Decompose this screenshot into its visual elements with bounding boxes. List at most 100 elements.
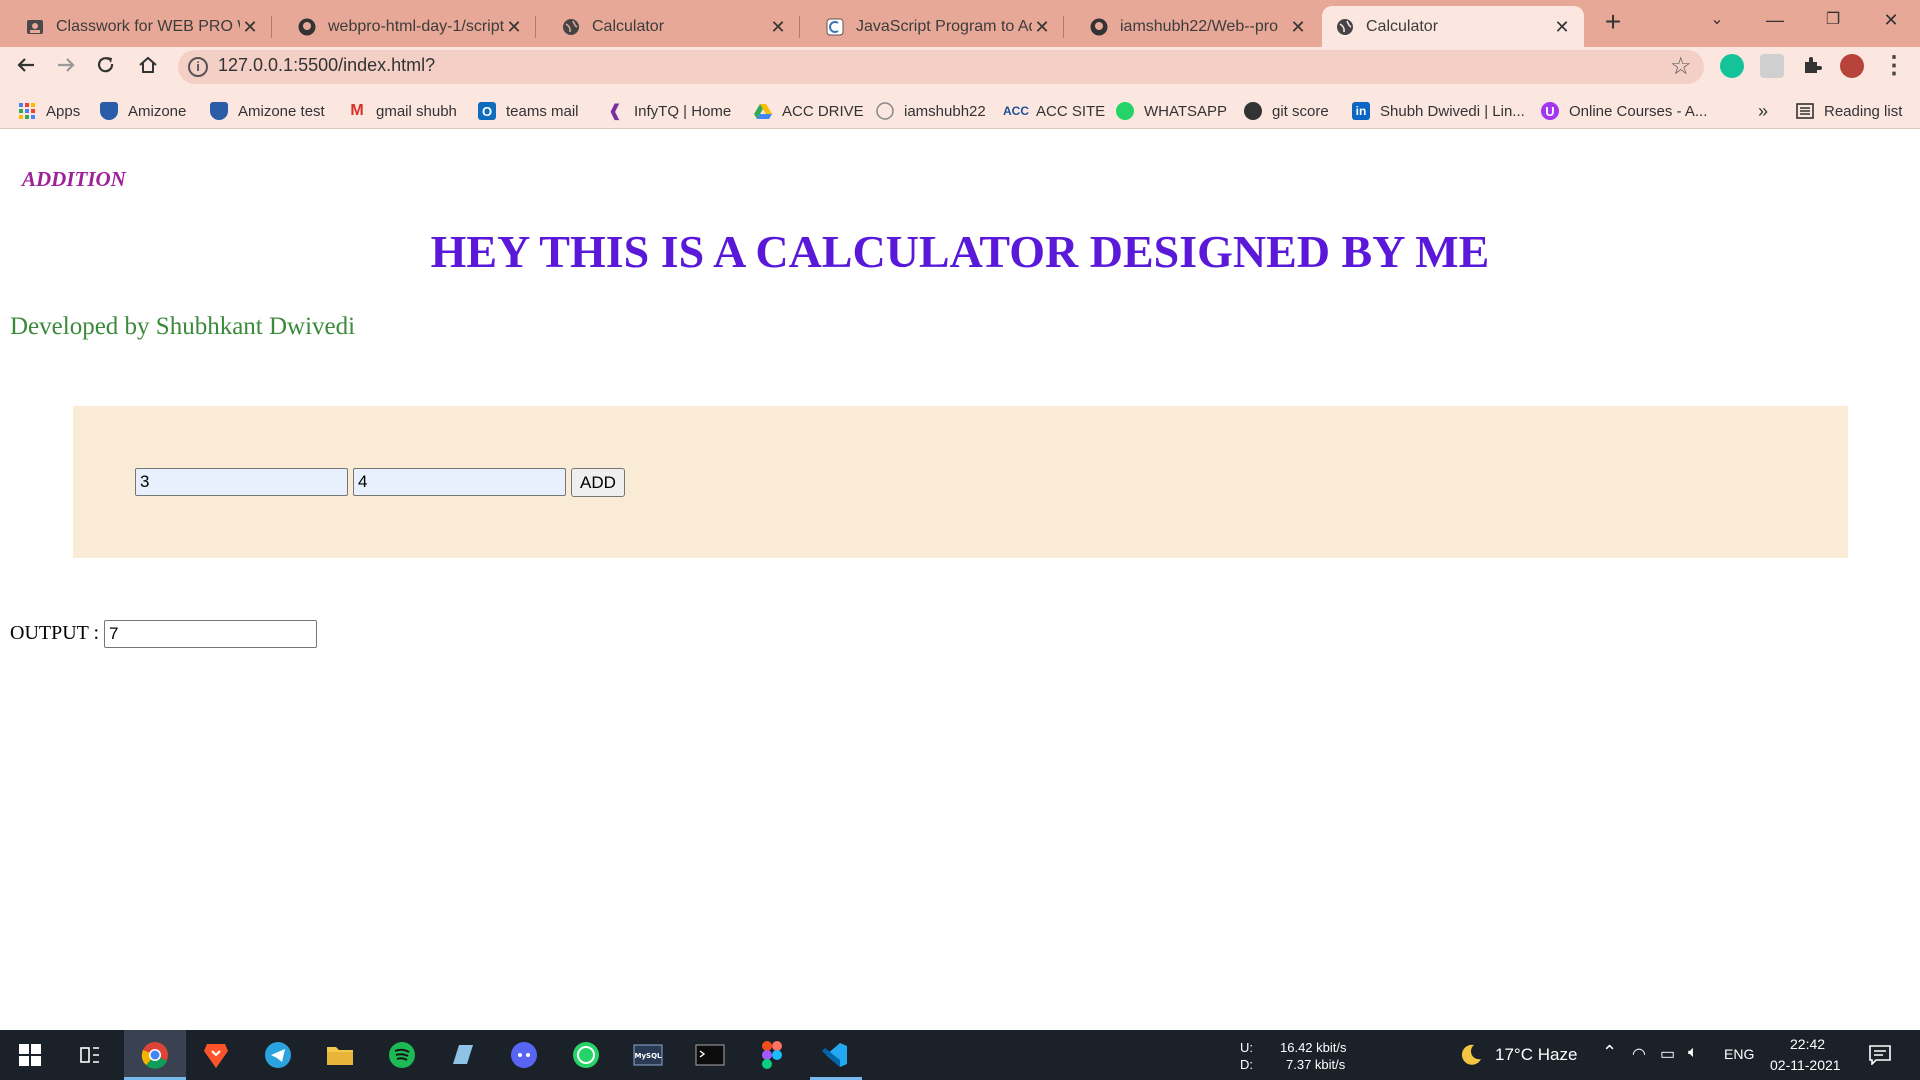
bookmark-label: Online Courses - A... [1569,102,1708,120]
bookmark-gmail[interactable]: M gmail shubh [348,94,457,128]
output-field[interactable] [104,620,317,648]
close-icon[interactable]: ✕ [240,17,260,37]
net-download-label: D: [1240,1057,1253,1072]
bookmarks-bar: Apps Amizone Amizone test M gmail shubh … [0,94,1920,129]
battery-icon[interactable]: ▭ [1660,1044,1675,1064]
task-view-icon[interactable] [74,1039,106,1071]
extension-icon[interactable] [1760,54,1784,78]
bookmark-apps[interactable]: Apps [18,94,80,128]
page-content: ADDITION HEY THIS IS A CALCULATOR DESIGN… [0,129,1920,1030]
drive-icon [754,102,772,120]
mysql-icon[interactable]: MySQL [632,1039,664,1071]
github-icon [876,102,894,120]
tab-calculator-active[interactable]: Calculator ✕ [1322,6,1584,47]
net-download-speed: 7.37 kbit/s [1286,1057,1346,1072]
tab-search-icon[interactable]: ⌄ [1688,0,1746,40]
site-info-icon[interactable]: i [188,57,208,77]
add-button[interactable]: ADD [571,468,625,497]
second-number-input[interactable] [353,468,566,496]
globe-icon [562,18,580,36]
github-icon [1090,18,1108,36]
first-number-input[interactable] [135,468,348,496]
bookmarks-overflow-button[interactable]: » [1758,94,1768,128]
bookmark-amizone[interactable]: Amizone [100,94,186,128]
weather-text[interactable]: 17°C Haze [1495,1045,1577,1065]
windows-start-icon[interactable] [14,1039,46,1071]
clock-date[interactable]: 02-11-2021 [1770,1057,1841,1073]
bookmark-git-score[interactable]: git score [1244,94,1329,128]
tab-js-program[interactable]: JavaScript Program to Add ✕ [800,6,1064,47]
vscode-icon[interactable] [818,1039,850,1071]
language-indicator[interactable]: ENG [1724,1046,1754,1062]
forward-arrow-icon [58,58,75,72]
net-upload-label: U: [1240,1040,1253,1055]
close-window-button[interactable]: ✕ [1862,0,1920,40]
bookmark-iamshubh22[interactable]: iamshubh22 [876,94,986,128]
bookmark-label: Shubh Dwivedi | Lin... [1380,102,1525,120]
bookmark-amizone-test[interactable]: Amizone test [210,94,325,128]
bookmark-infytq[interactable]: ❰ InfyTQ | Home [606,94,731,128]
svg-text:MySQL: MySQL [635,1052,663,1060]
figma-icon[interactable] [756,1039,788,1071]
close-icon[interactable]: ✕ [768,17,788,37]
bookmark-teams-mail[interactable]: O teams mail [478,94,579,128]
brave-icon[interactable] [200,1039,232,1071]
bookmark-label: iamshubh22 [904,102,986,120]
whatsapp-icon[interactable] [570,1039,602,1071]
calculator-panel: ADD [73,406,1848,558]
profile-avatar[interactable] [1840,54,1864,78]
telegram-icon[interactable] [262,1039,294,1071]
bookmark-acc-site[interactable]: ACC ACC SITE [1003,94,1105,128]
output-label: OUTPUT : [10,622,100,644]
notifications-icon[interactable] [1864,1039,1896,1071]
bookmark-label: Amizone [128,102,187,120]
bookmark-whatsapp[interactable]: WHATSAPP [1116,94,1227,128]
weather-moon-icon[interactable] [1454,1039,1486,1071]
browser-menu-icon[interactable]: ⋮ [1878,49,1910,81]
tab-strip: Classwork for WEB PRO We ✕ webpro-html-d… [0,0,1920,47]
tab-title: iamshubh22/Web--pro [1120,17,1279,35]
reading-list-button[interactable]: Reading list [1796,94,1902,128]
back-arrow-icon [17,58,34,72]
tab-web-pro-repo[interactable]: iamshubh22/Web--pro ✕ [1064,6,1320,47]
file-explorer-icon[interactable] [324,1039,356,1071]
whatsapp-icon [1116,102,1134,120]
wifi-icon[interactable]: ◠ [1632,1044,1646,1064]
chrome-icon[interactable] [139,1039,171,1071]
bookmark-star-icon[interactable]: ☆ [1670,52,1692,81]
bookmark-label: InfyTQ | Home [634,102,732,120]
terminal-icon[interactable] [694,1039,726,1071]
close-icon[interactable]: ✕ [1032,17,1052,37]
notes-icon[interactable] [446,1039,478,1071]
new-tab-button[interactable]: + [1598,8,1628,38]
volume-icon[interactable]: 🔈︎ [1688,1044,1698,1062]
spotify-icon[interactable] [386,1039,418,1071]
udemy-icon: U [1541,102,1559,120]
minimize-button[interactable]: — [1746,0,1804,40]
discord-icon[interactable] [508,1039,540,1071]
reading-list-label: Reading list [1824,102,1903,120]
restore-button[interactable]: ❐ [1804,0,1862,40]
tab-webpro-script[interactable]: webpro-html-day-1/script.j ✕ [272,6,536,47]
site-icon [826,18,844,36]
chevron-up-icon[interactable]: ⌃ [1602,1042,1617,1063]
back-button[interactable] [10,49,42,81]
developer-credit: Developed by Shubhkant Dwivedi [10,313,356,340]
forward-button[interactable] [50,49,82,81]
grammarly-icon[interactable] [1720,54,1744,78]
tab-title: Calculator [592,17,665,35]
reload-button[interactable] [90,49,122,81]
bookmark-linkedin[interactable]: in Shubh Dwivedi | Lin... [1352,94,1525,128]
close-icon[interactable]: ✕ [1288,17,1308,37]
bookmark-acc-drive[interactable]: ACC DRIVE [754,94,864,128]
extensions-puzzle-icon[interactable] [1796,49,1828,81]
tab-classwork[interactable]: Classwork for WEB PRO We ✕ [0,6,272,47]
url-text[interactable]: 127.0.0.1:5500/index.html? [218,55,435,76]
bookmark-online-courses[interactable]: U Online Courses - A... [1541,94,1707,128]
close-icon[interactable]: ✕ [504,17,524,37]
tab-calculator-1[interactable]: Calculator ✕ [536,6,800,47]
net-upload-speed: 16.42 kbit/s [1280,1040,1347,1055]
clock-time[interactable]: 22:42 [1790,1036,1825,1052]
close-icon[interactable]: ✕ [1552,17,1572,37]
home-button[interactable] [132,49,164,81]
